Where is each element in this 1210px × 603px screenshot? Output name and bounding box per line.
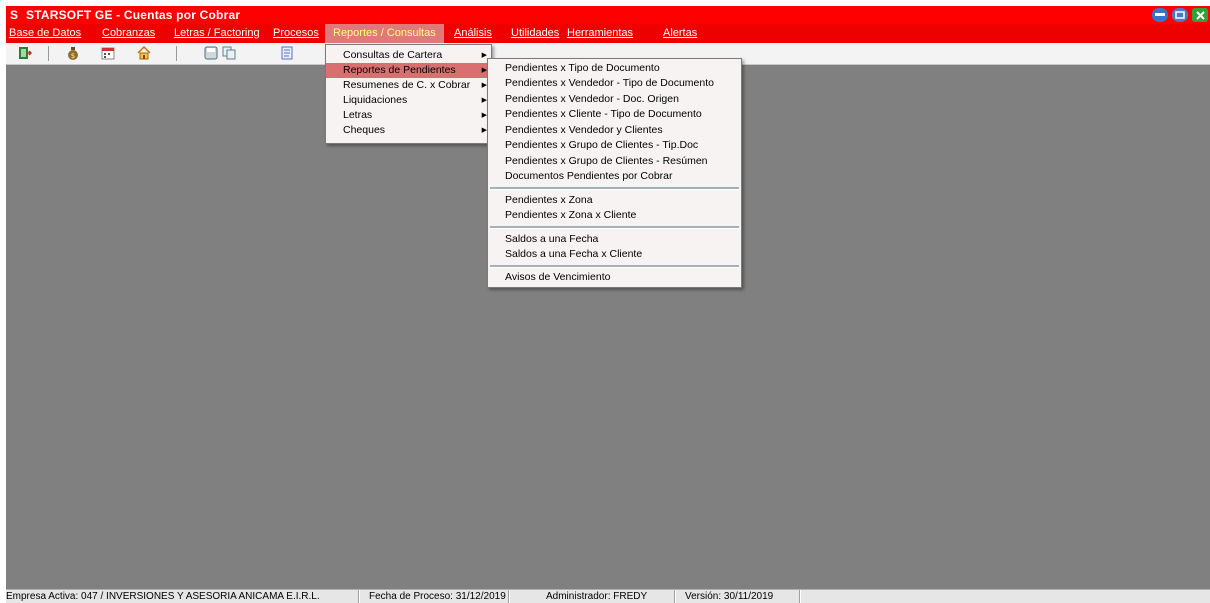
menu-alertas[interactable]: Alertas xyxy=(663,27,697,39)
notes-button[interactable] xyxy=(280,46,294,60)
home-icon xyxy=(137,45,151,60)
menu-pend-vendedor-clientes[interactable]: Pendientes x Vendedor y Clientes xyxy=(488,123,741,138)
menu-item-label: Letras xyxy=(343,109,373,121)
menu-pend-zona-cliente[interactable]: Pendientes x Zona x Cliente xyxy=(488,208,741,223)
status-divider xyxy=(358,590,360,603)
menu-item-label: Resumenes de C. x Cobrar xyxy=(343,79,471,91)
money-bag-icon: $ xyxy=(68,47,78,60)
maximize-button[interactable] xyxy=(1172,8,1188,22)
status-fecha-proceso: Fecha de Proceso: 31/12/2019 xyxy=(369,591,506,602)
status-divider xyxy=(508,590,510,603)
save-button[interactable] xyxy=(204,46,218,60)
status-divider xyxy=(674,590,676,603)
menu-pend-vendedor-tipo-doc[interactable]: Pendientes x Vendedor - Tipo de Document… xyxy=(488,76,741,91)
svg-text:$: $ xyxy=(71,52,75,60)
minimize-button[interactable] xyxy=(1152,8,1168,22)
menu-resumenes-cxc[interactable]: Resumenes de C. x Cobrar ▶ xyxy=(326,78,491,93)
menu-herramientas[interactable]: Herramientas xyxy=(567,27,633,39)
status-version: Versión: 30/11/2019 xyxy=(685,591,774,602)
menu-letras-factoring[interactable]: Letras / Factoring xyxy=(174,27,260,39)
status-empresa: Empresa Activa: 047 / INVERSIONES Y ASES… xyxy=(6,591,320,602)
close-button[interactable] xyxy=(1192,8,1208,22)
menu-item-label: Consultas de Cartera xyxy=(343,49,443,61)
minimize-icon xyxy=(1155,13,1165,16)
cobranzas-button[interactable]: $ xyxy=(66,46,80,60)
calendar-button[interactable] xyxy=(101,46,115,60)
home-button[interactable] xyxy=(137,45,151,60)
exit-icon xyxy=(19,47,33,59)
status-divider xyxy=(799,590,801,603)
title-bar: S STARSOFT GE - Cuentas por Cobrar xyxy=(6,6,1210,24)
menu-pend-grupo-tipdoc[interactable]: Pendientes x Grupo de Clientes - Tip.Doc xyxy=(488,138,741,153)
menu-separator xyxy=(490,265,739,268)
reportes-de-pendientes-menu: Pendientes x Tipo de Documento Pendiente… xyxy=(487,58,742,288)
notes-icon xyxy=(281,46,293,60)
copy-icon xyxy=(222,46,236,60)
menu-procesos[interactable]: Procesos xyxy=(273,27,319,39)
status-bar: Empresa Activa: 047 / INVERSIONES Y ASES… xyxy=(6,589,1210,603)
toolbar-separator xyxy=(48,46,49,61)
reportes-consultas-menu: Consultas de Cartera ▶ Reportes de Pendie… xyxy=(325,44,492,144)
menu-reportes-consultas[interactable]: Reportes / Consultas xyxy=(325,24,444,43)
app-logo: S xyxy=(10,8,19,22)
menu-base-de-datos[interactable]: Base de Datos xyxy=(9,27,81,39)
menu-separator xyxy=(490,187,739,190)
maximize-icon xyxy=(1175,11,1185,19)
menu-pend-zona[interactable]: Pendientes x Zona xyxy=(488,193,741,208)
menu-letras[interactable]: Letras ▶ xyxy=(326,108,491,123)
exit-button[interactable] xyxy=(18,46,33,60)
menu-docs-pendientes[interactable]: Documentos Pendientes por Cobrar xyxy=(488,169,741,184)
menu-bar: Base de Datos Cobranzas Letras / Factori… xyxy=(6,24,1210,43)
menu-cobranzas[interactable]: Cobranzas xyxy=(102,27,155,39)
menu-item-label: Liquidaciones xyxy=(343,94,408,106)
menu-item-label: Reportes de Pendientes xyxy=(343,64,456,76)
menu-separator xyxy=(490,226,739,229)
menu-item-label: Cheques xyxy=(343,124,386,136)
menu-reportes-de-pendientes[interactable]: Reportes de Pendientes ▶ xyxy=(326,63,491,78)
window-title: STARSOFT GE - Cuentas por Cobrar xyxy=(26,8,241,22)
menu-pend-vendedor-doc-origen[interactable]: Pendientes x Vendedor - Doc. Origen xyxy=(488,92,741,107)
menu-avisos-vencimiento[interactable]: Avisos de Vencimiento xyxy=(488,270,741,285)
menu-consultas-de-cartera[interactable]: Consultas de Cartera ▶ xyxy=(326,48,491,63)
menu-cheques[interactable]: Cheques ▶ xyxy=(326,123,491,138)
menu-analisis[interactable]: Análisis xyxy=(454,27,492,39)
calendar-icon xyxy=(101,47,115,60)
copy-button[interactable] xyxy=(222,46,236,60)
application-window: S STARSOFT GE - Cuentas por Cobrar Base … xyxy=(6,6,1210,603)
menu-saldos-fecha[interactable]: Saldos a una Fecha xyxy=(488,232,741,247)
toolbar-separator xyxy=(176,46,177,61)
menu-pend-grupo-resumen[interactable]: Pendientes x Grupo de Clientes - Resúmen xyxy=(488,154,741,169)
menu-liquidaciones[interactable]: Liquidaciones ▶ xyxy=(326,93,491,108)
menu-saldos-fecha-cliente[interactable]: Saldos a una Fecha x Cliente xyxy=(488,247,741,262)
menu-pend-tipo-documento[interactable]: Pendientes x Tipo de Documento xyxy=(488,61,741,76)
menu-utilidades[interactable]: Utilidades xyxy=(511,27,559,39)
menu-pend-cliente-tipo-doc[interactable]: Pendientes x Cliente - Tipo de Documento xyxy=(488,107,741,122)
status-usuario: Administrador: FREDY xyxy=(546,591,648,602)
close-icon xyxy=(1195,10,1205,20)
window-controls xyxy=(1152,6,1210,24)
save-icon xyxy=(204,46,218,60)
